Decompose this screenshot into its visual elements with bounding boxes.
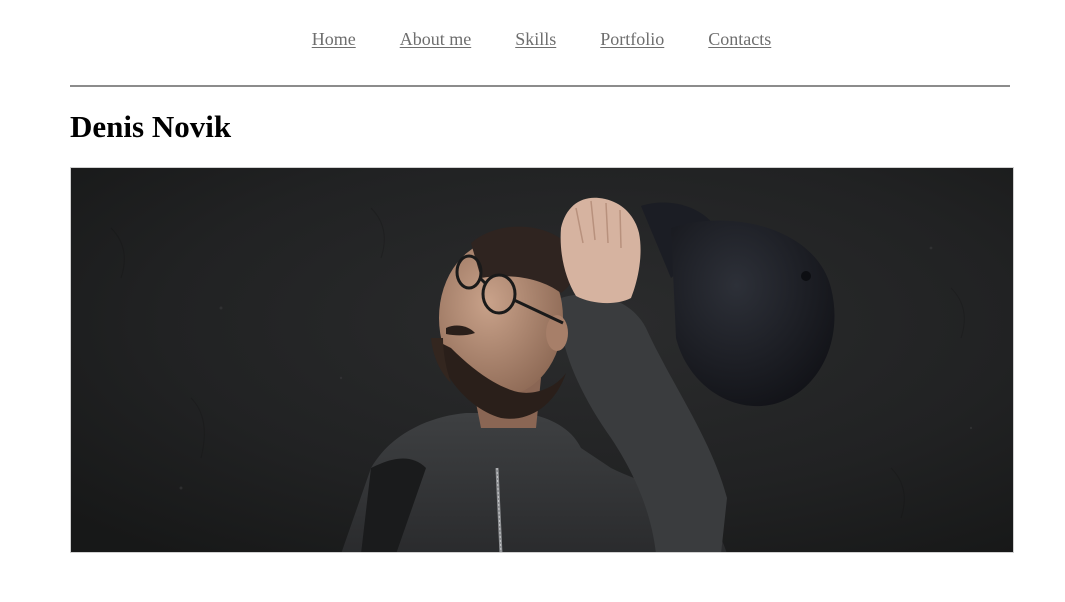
nav-item-portfolio: Portfolio: [600, 28, 664, 50]
page-title: Denis Novik: [70, 109, 232, 144]
nav-link-skills[interactable]: Skills: [515, 29, 556, 49]
nav-item-home: Home: [312, 28, 356, 50]
nav-link-home[interactable]: Home: [312, 29, 356, 49]
page: Home About me Skills Portfolio Contacts …: [0, 0, 1065, 602]
nav-link-about-me[interactable]: About me: [400, 29, 472, 49]
nav-list: Home About me Skills Portfolio Contacts: [0, 28, 1065, 50]
top-navigation: Home About me Skills Portfolio Contacts: [0, 0, 1065, 86]
nav-link-contacts[interactable]: Contacts: [708, 29, 771, 49]
nav-item-about: About me: [400, 28, 472, 50]
nav-link-portfolio[interactable]: Portfolio: [600, 29, 664, 49]
hero-photo: [70, 167, 1014, 553]
hero-photo-illustration: [71, 168, 1013, 552]
nav-item-contacts: Contacts: [708, 28, 771, 50]
header-divider: [70, 85, 1010, 87]
nav-item-skills: Skills: [515, 28, 556, 50]
